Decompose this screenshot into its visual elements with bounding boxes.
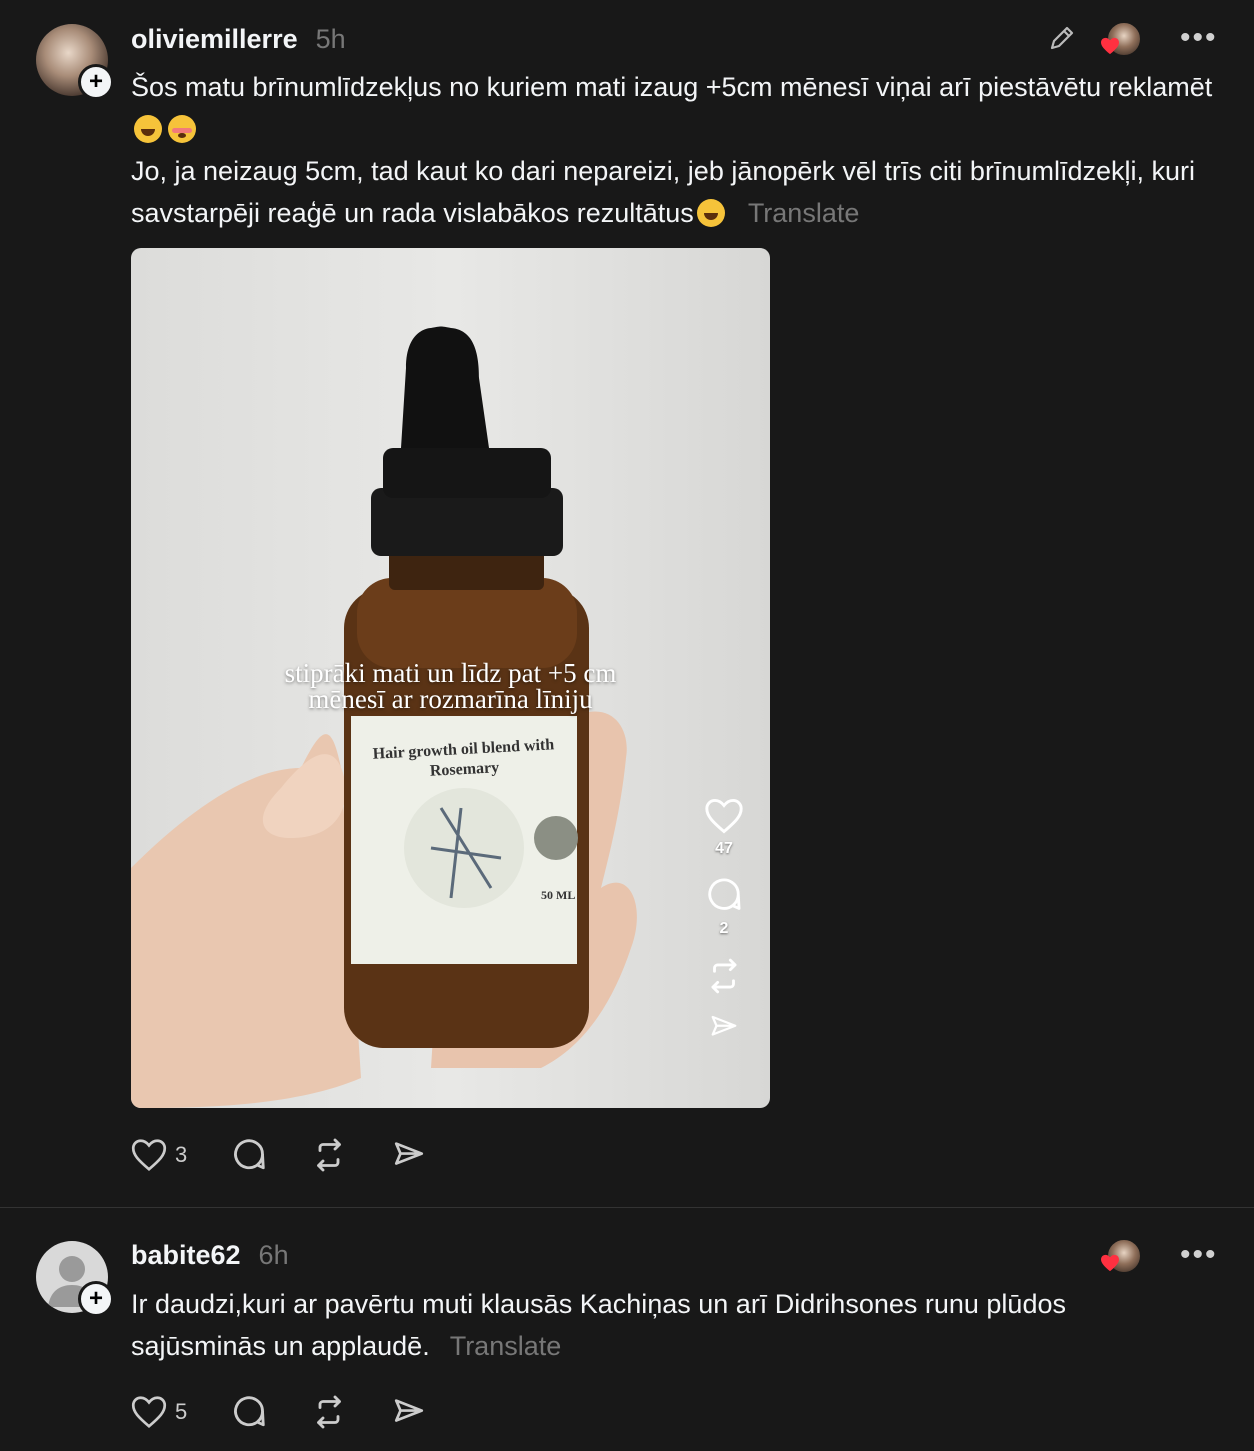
video-caption-line2: mēnesī ar rozmarīna līniju	[308, 684, 593, 714]
post-header-actions: •••	[1100, 1238, 1218, 1274]
grinning-emoji-icon	[696, 199, 725, 227]
video-repost-icon[interactable]	[705, 956, 743, 996]
heart-icon	[131, 1139, 167, 1172]
reaction-avatars[interactable]	[1100, 21, 1142, 57]
post-item: + babite62 6h ••• Ir daudzi,kuri ar pavēr…	[0, 1208, 1254, 1451]
post-header: oliviemillerre 5h	[131, 24, 346, 55]
post-video[interactable]: Hair growth oil blend with Rosemary 50 M…	[131, 248, 770, 1108]
repost-icon	[317, 1395, 342, 1429]
post-text-line1: Šos matu brīnumlīdzekļus no kuriem mati …	[131, 72, 1213, 102]
post-time: 5h	[315, 24, 346, 54]
follow-plus-icon[interactable]: +	[78, 64, 114, 100]
share-button[interactable]	[391, 1138, 427, 1172]
translate-link[interactable]: Translate	[450, 1331, 562, 1361]
username[interactable]: oliviemillerre	[131, 24, 298, 54]
like-count: 3	[175, 1142, 188, 1167]
comment-button[interactable]	[231, 1137, 267, 1173]
follow-plus-icon[interactable]: +	[78, 1281, 114, 1317]
share-icon	[395, 1142, 424, 1165]
flushed-emoji-icon	[168, 115, 196, 143]
post-header: babite62 6h	[131, 1240, 289, 1271]
post-text: Ir daudzi,kuri ar pavērtu muti klausās K…	[131, 1283, 1191, 1367]
post-text-content: Ir daudzi,kuri ar pavērtu muti klausās K…	[131, 1289, 1066, 1361]
comment-icon	[234, 1139, 265, 1170]
share-button[interactable]	[391, 1395, 427, 1429]
translate-link[interactable]: Translate	[748, 198, 860, 228]
video-like-count: 47	[715, 840, 733, 857]
post-item: + oliviemillerre 5h ••• Šos matu brīnumlī…	[0, 0, 1254, 1207]
heart-reaction-icon	[1101, 1254, 1119, 1272]
username[interactable]: babite62	[131, 1240, 241, 1270]
video-comment-icon[interactable]	[705, 876, 743, 914]
more-icon[interactable]: •••	[1180, 23, 1218, 53]
heart-reaction-icon	[1101, 37, 1119, 55]
video-heart-icon[interactable]	[704, 798, 744, 834]
comment-icon	[234, 1396, 265, 1427]
like-count: 5	[175, 1399, 188, 1424]
video-share-icon[interactable]	[705, 1012, 743, 1042]
like-button[interactable]: 5	[131, 1395, 187, 1429]
post-text-line2: Jo, ja neizaug 5cm, tad kaut ko dari nep…	[131, 156, 1195, 228]
reaction-avatars[interactable]	[1100, 1238, 1142, 1274]
heart-icon	[131, 1396, 167, 1429]
share-icon	[395, 1399, 424, 1422]
post-actions: 5	[131, 1394, 471, 1430]
repost-icon	[317, 1138, 342, 1172]
post-header-actions: •••	[1044, 20, 1218, 57]
video-actions: 47 2	[702, 798, 746, 1042]
video-caption-line1: stiprāki mati un līdz pat +5 cm	[284, 658, 617, 688]
author-avatar[interactable]: +	[36, 24, 114, 100]
pencil-icon[interactable]	[1044, 20, 1080, 56]
label-volume: 50 ML	[541, 888, 576, 902]
more-icon[interactable]: •••	[1180, 1240, 1218, 1270]
author-avatar[interactable]: +	[36, 1241, 114, 1317]
video-comment-count: 2	[719, 920, 729, 937]
like-button[interactable]: 3	[131, 1138, 187, 1172]
post-actions: 3	[131, 1137, 471, 1173]
post-text: Šos matu brīnumlīdzekļus no kuriem mati …	[131, 66, 1221, 234]
repost-button[interactable]	[311, 1137, 347, 1173]
post-time: 6h	[258, 1240, 289, 1270]
comment-button[interactable]	[231, 1394, 267, 1430]
video-caption: stiprāki mati un līdz pat +5 cm mēnesī a…	[131, 658, 770, 714]
laughing-emoji-icon	[134, 115, 162, 143]
repost-button[interactable]	[311, 1394, 347, 1430]
